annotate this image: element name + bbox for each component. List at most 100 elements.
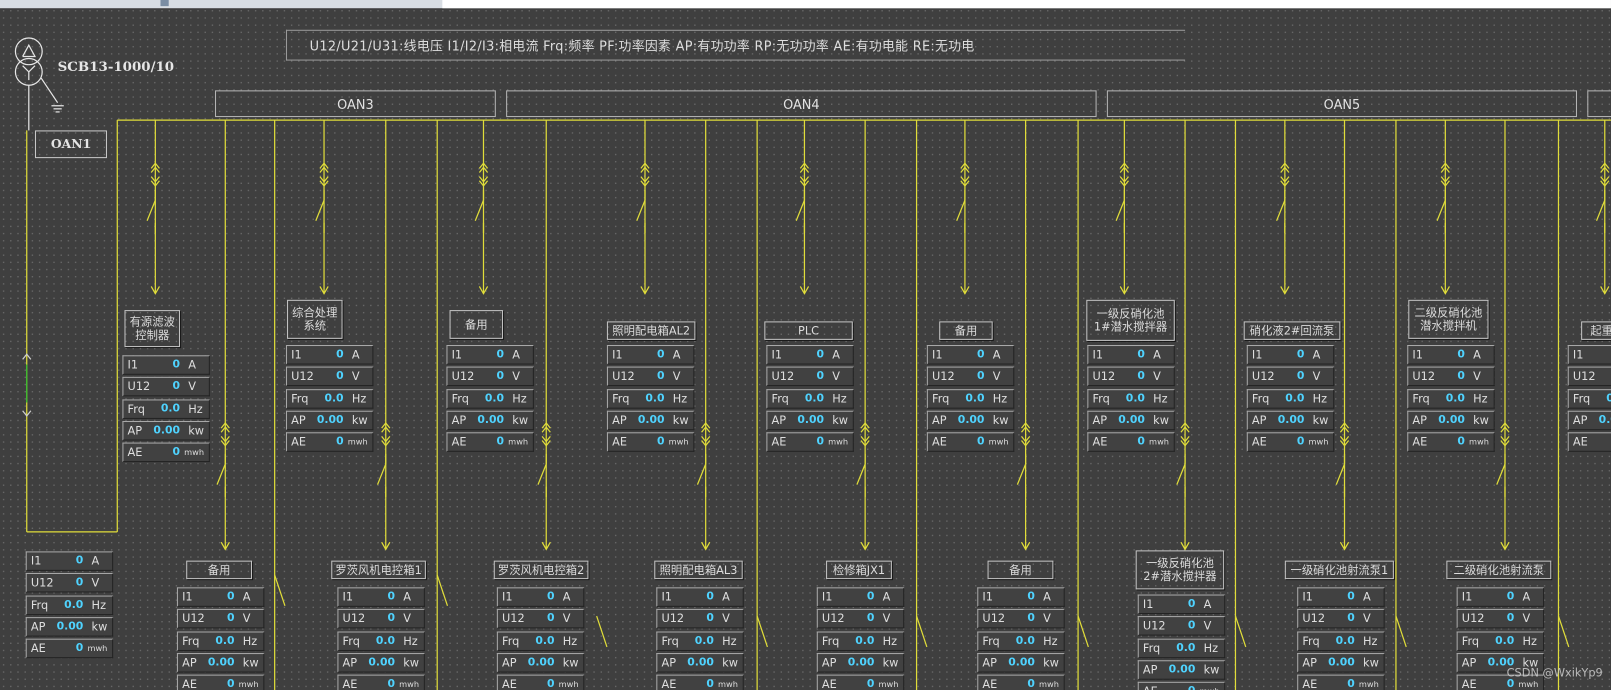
meter-value: 0.0 <box>1285 391 1305 405</box>
feeder-meter-lower: I10AU120VFrq0.0HzAP0.00kwAE0mwh <box>337 587 425 690</box>
feeder-name-lower: 一级硝化池射流泵1 <box>1284 560 1394 580</box>
meter-value: 0 <box>706 612 714 625</box>
feeder-name-upper: 硝化液2#回流泵 <box>1243 321 1341 340</box>
breaker-switch-icon <box>956 199 966 221</box>
meter-value: 0.00 <box>797 413 824 427</box>
meter-row: AP 0.00 kw <box>1407 410 1495 431</box>
meter-unit: Hz <box>1153 391 1168 406</box>
meter-row: AP 0.00 kw <box>926 410 1015 431</box>
meter-value: 0 <box>1137 348 1145 361</box>
meter-row: U120V <box>446 366 534 387</box>
meter-unit: mwh <box>1149 437 1170 447</box>
wye-symbol-icon <box>22 65 30 73</box>
meter-row: Frq 0.0 Hz <box>1246 388 1335 409</box>
meter-row: Frq 0.0 Hz <box>766 388 854 409</box>
meter-label: I1 <box>982 590 993 604</box>
meter-value: 0.00 <box>527 656 555 669</box>
meter-unit: V <box>188 380 196 394</box>
meter-unit: mwh <box>1468 437 1489 447</box>
incoming-meter: I1 0 A U12 0 V Frq 0.0 Hz AP 0.00 kw AE 0 mwh <box>25 551 114 660</box>
meter-unit: kw <box>1203 663 1220 677</box>
meter-label: I1 <box>771 348 783 362</box>
meter-value: 0 <box>816 369 824 383</box>
meter-value: 0 <box>227 612 235 625</box>
meter-label: AP <box>1302 656 1317 670</box>
section-header-oan4: OAN4 <box>506 90 1097 118</box>
meter-row: I10A <box>1567 345 1611 365</box>
feeder-meter-upper: I10AU120VFrq0.0HzAP0.00kwAE0mwh <box>926 345 1015 454</box>
meter-unit: mwh <box>878 679 899 690</box>
meter-value: 0 <box>1347 612 1355 625</box>
meter-value: 0 <box>172 380 181 393</box>
meter-unit: A <box>1153 348 1161 362</box>
meter-value: 0 <box>336 369 344 383</box>
meter-row: AP 0.00 kw <box>1137 660 1226 680</box>
meter-row: AP 0.00 kw <box>285 410 374 431</box>
meter-value: 0.0 <box>1606 390 1611 407</box>
meter-row: I10A <box>1246 345 1335 365</box>
meter-label: AP <box>502 656 517 670</box>
feeder-meter-lower: I10AU120VFrq0.0HzAP0.00kwAE0mwh <box>176 587 265 690</box>
meter-label: AP <box>1412 413 1427 428</box>
meter-unit: mwh <box>828 437 849 447</box>
meter-label: U12 <box>30 576 54 590</box>
meter-row: AE 0mwh <box>926 432 1015 452</box>
meter-unit: Hz <box>672 391 688 406</box>
meter-value: 0 <box>546 590 555 603</box>
meter-unit: mwh <box>238 679 259 690</box>
meter-unit: mwh <box>718 679 738 690</box>
feeder-name-lower: 一级反硝化池 2#潜水搅拌器 <box>1135 550 1225 590</box>
meter-value: 0.00 <box>637 413 665 427</box>
meter-unit: V <box>1312 369 1321 384</box>
meter-label: AE <box>127 445 143 460</box>
meter-unit: mwh <box>87 643 108 654</box>
meter-value: 0 <box>1296 348 1305 361</box>
meter-row: U120V <box>337 609 425 629</box>
meter-value: 0 <box>75 641 84 655</box>
meter-value: 0.00 <box>153 423 181 437</box>
meter-row: AP 0.00 kw <box>977 652 1065 673</box>
meter-label: I1 <box>661 590 672 604</box>
meter-label: I1 <box>451 348 463 362</box>
meter-label: U12 <box>182 612 205 626</box>
meter-value: 0 <box>1506 612 1515 625</box>
meter-label: AE <box>451 435 467 449</box>
meter-label: AE <box>1461 677 1477 690</box>
meter-label: U12 <box>932 369 955 384</box>
meter-value: 0.0 <box>484 391 505 405</box>
meter-row: AE 0mwh <box>1137 681 1226 690</box>
breaker-switch-icon <box>856 463 866 485</box>
meter-value: 0.0 <box>1125 391 1145 405</box>
meter-label: U12 <box>771 369 795 384</box>
meter-row: AE 0mwh <box>337 674 425 690</box>
meter-row: I10A <box>1087 345 1175 365</box>
meter-value: 0.00 <box>56 620 84 633</box>
meter-label: AP <box>771 413 787 428</box>
meter-label: I1 <box>612 348 623 362</box>
meter-unit: kw <box>882 656 899 670</box>
meter-unit: kw <box>242 656 259 670</box>
meter-row: I10A <box>337 587 425 607</box>
meter-row: U120V <box>656 609 744 629</box>
meter-row: U120V <box>1567 366 1611 387</box>
meter-value: 0 <box>866 677 875 690</box>
meter-value: 0.00 <box>1438 413 1465 427</box>
meter-value: 0 <box>227 677 235 690</box>
meter-unit: mwh <box>1038 679 1059 690</box>
breaker-switch-icon <box>1115 199 1125 221</box>
meter-label: I1 <box>182 590 193 604</box>
meter-label: Frq <box>1461 634 1480 648</box>
meter-label: AE <box>1143 683 1158 690</box>
meter-value: 0 <box>496 348 505 361</box>
feeder-meter-upper: I10AU120VFrq0.0HzAP0.00kwAE0mwh <box>122 355 210 464</box>
meter-value: 0 <box>1027 590 1035 603</box>
meter-row: AE 0mwh <box>1246 432 1335 452</box>
meter-label: Frq <box>451 391 469 406</box>
feeder-name-lower: 罗茨风机电控箱2 <box>493 560 589 580</box>
meter-unit: V <box>1043 612 1051 626</box>
meter-label: U12 <box>1572 369 1596 384</box>
meter-label: U12 <box>1092 369 1116 384</box>
meter-unit: A <box>562 590 571 604</box>
meter-unit: Hz <box>91 598 107 612</box>
tail-switch-line <box>436 574 449 607</box>
